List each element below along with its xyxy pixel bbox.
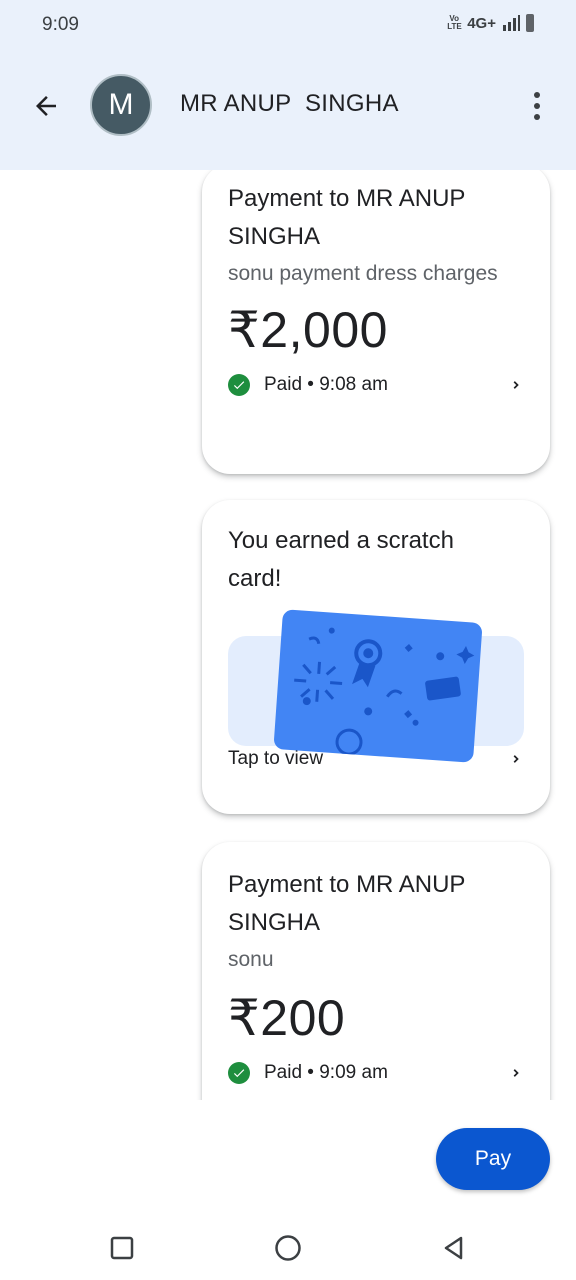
status-bar: 9:09 Vo LTE 4G+: [0, 0, 576, 54]
avatar[interactable]: M: [90, 74, 152, 136]
payment-status: Paid • 9:08 am: [264, 374, 388, 395]
payment-title: Payment to MR ANUP SINGHA: [228, 871, 465, 936]
pay-button[interactable]: Pay: [436, 1128, 550, 1190]
scratch-card-pattern: [294, 627, 475, 756]
chevron-right-icon[interactable]: [508, 1065, 524, 1081]
chevron-right-icon[interactable]: [508, 751, 524, 767]
back-nav-button[interactable]: [440, 1234, 468, 1262]
chat-messages: Payment to MR ANUP SINGHA sonu payment d…: [0, 170, 576, 1100]
scratch-card-title: You earned a scratch card!: [228, 527, 454, 592]
square-icon: [110, 1236, 134, 1260]
payment-note: sonu: [228, 948, 274, 971]
circle-icon: [275, 1235, 301, 1261]
payment-amount: ₹200: [228, 990, 346, 1046]
volte-indicator: Vo LTE: [447, 14, 462, 31]
system-nav-bar: [0, 1210, 576, 1280]
status-icons: Vo LTE 4G+: [447, 14, 534, 32]
scratch-card-message[interactable]: You earned a scratch card! Tap to view: [202, 500, 550, 814]
check-circle-icon: [228, 1062, 250, 1084]
network-type: 4G+: [467, 14, 496, 32]
signal-icon: [503, 15, 520, 31]
payment-status-row: Paid • 9:09 am: [228, 1062, 524, 1084]
payment-amount: ₹2,000: [228, 302, 388, 358]
more-options-button[interactable]: [522, 86, 552, 126]
payment-title: Payment to MR ANUP SINGHA: [228, 185, 465, 250]
battery-icon: [526, 14, 534, 32]
check-circle-icon: [228, 374, 250, 396]
chat-header: M MR ANUP SINGHA: [0, 54, 576, 170]
home-button[interactable]: [274, 1234, 302, 1262]
triangle-back-icon: [444, 1236, 463, 1260]
recents-button[interactable]: [108, 1234, 136, 1262]
payment-status: Paid • 9:09 am: [264, 1062, 388, 1083]
scratch-card-image: [273, 609, 483, 763]
scratch-card-visual[interactable]: [228, 609, 524, 763]
payment-note: sonu payment dress charges: [228, 262, 498, 285]
payment-card[interactable]: Payment to MR ANUP SINGHA sonu ₹200 Paid…: [202, 842, 550, 1100]
arrow-back-icon: [36, 96, 56, 116]
contact-name[interactable]: MR ANUP SINGHA: [180, 90, 399, 118]
payment-status-row: Paid • 9:08 am: [228, 374, 524, 396]
back-button[interactable]: [26, 86, 66, 126]
payment-card[interactable]: Payment to MR ANUP SINGHA sonu payment d…: [202, 170, 550, 474]
status-time: 9:09: [42, 14, 79, 35]
more-vert-icon: [534, 92, 540, 98]
chevron-right-icon[interactable]: [508, 377, 524, 393]
